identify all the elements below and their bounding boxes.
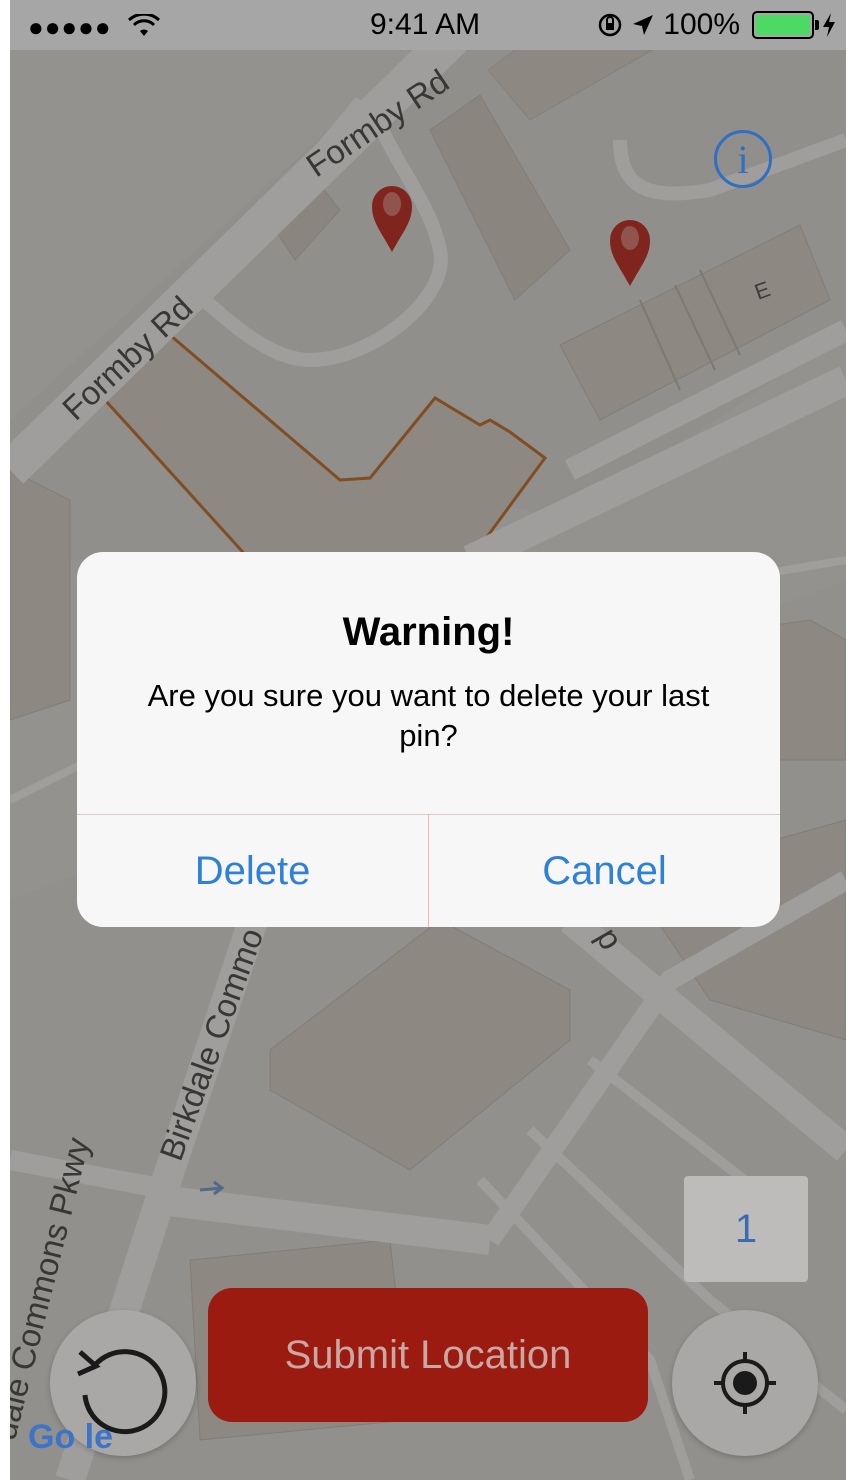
wifi-icon	[128, 14, 160, 36]
pin-count-badge[interactable]: 1	[684, 1176, 808, 1282]
charging-icon	[823, 13, 835, 37]
orientation-lock-icon	[599, 13, 622, 37]
google-logo: Go le	[28, 1418, 114, 1456]
status-time: 9:41 AM	[370, 8, 481, 41]
status-bar: ●●●●● 9:41 AM 100%	[10, 0, 846, 50]
locate-button[interactable]	[672, 1310, 818, 1456]
phone-screen: E Formby Rd Formby Rd Birkdale Commo dal…	[10, 0, 846, 1480]
alert-message: Are you sure you want to delete your las…	[147, 678, 710, 753]
signal-icon: ●●●●●	[28, 12, 112, 42]
locate-icon	[714, 1352, 776, 1414]
submit-location-button[interactable]: Submit Location	[208, 1288, 648, 1422]
delete-button[interactable]: Delete	[77, 815, 428, 927]
battery-icon	[752, 11, 819, 39]
location-arrow-icon	[633, 15, 654, 35]
alert-dialog: Warning! Are you sure you want to delete…	[77, 552, 780, 927]
battery-percent: 100%	[663, 8, 740, 41]
cancel-button[interactable]: Cancel	[429, 815, 780, 927]
alert-title: Warning!	[342, 610, 515, 654]
status-right: 100%	[597, 8, 836, 42]
info-icon[interactable]: i	[714, 130, 772, 188]
